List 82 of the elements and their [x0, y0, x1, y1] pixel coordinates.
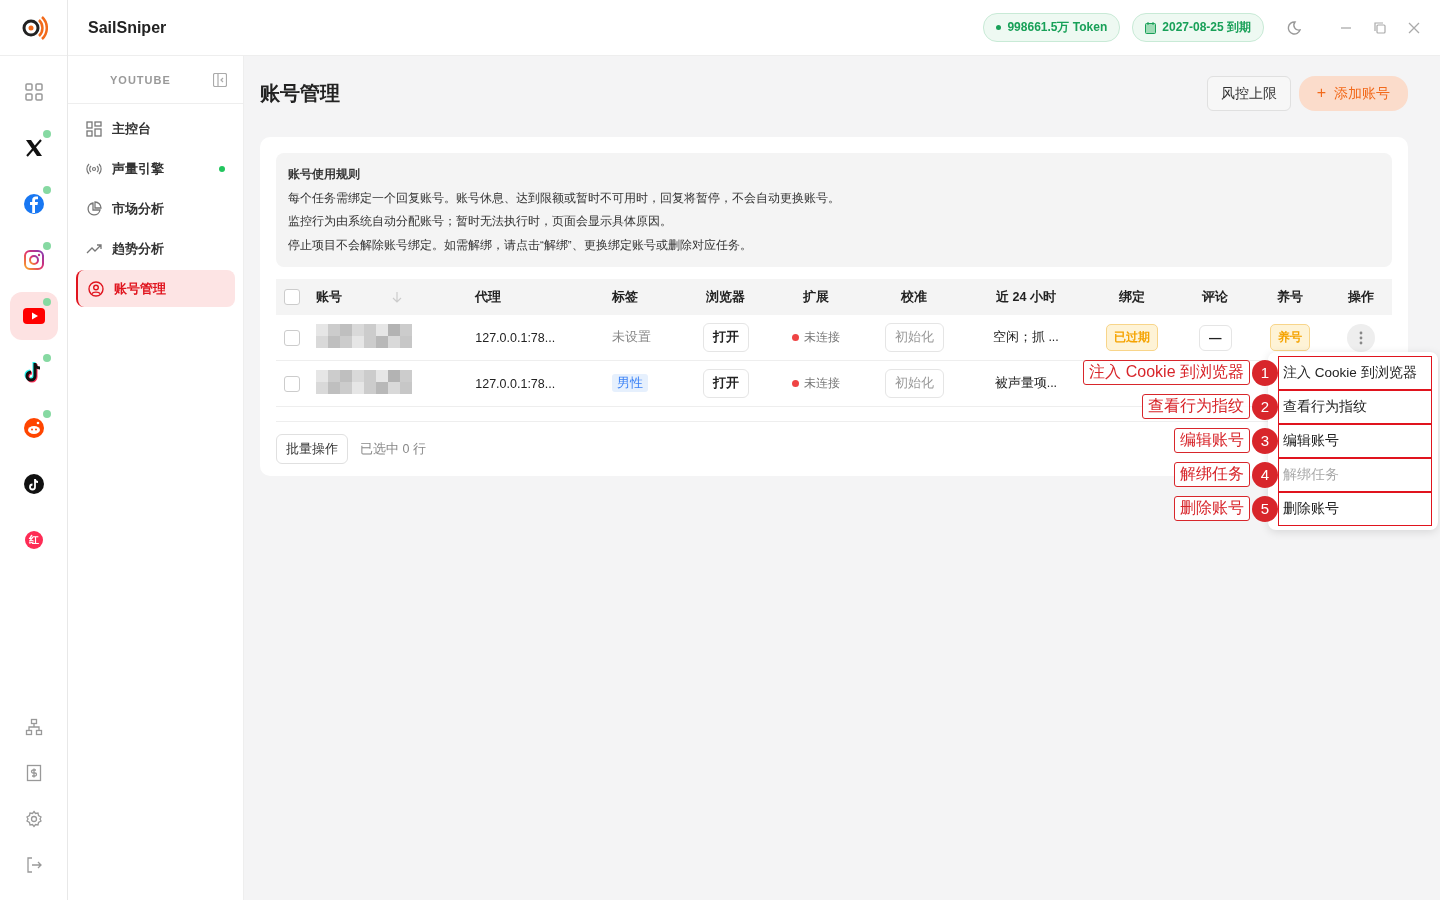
open-browser-button[interactable]: 打开 — [702, 323, 749, 352]
column-header: 代理 — [467, 279, 604, 315]
annotation-label: 解绑任务 — [1174, 462, 1250, 487]
column-header: 扩展 — [770, 279, 861, 315]
column-header: 近 24 小时 — [967, 279, 1085, 315]
instagram-icon — [22, 249, 45, 271]
grid-icon — [23, 82, 44, 102]
dashboard-icon — [86, 120, 102, 137]
selection-count: 已选中 0 行 — [360, 440, 426, 458]
rules-text: 停止项目不会解除账号绑定。如需解绑，请点击“解绑”、更换绑定账号或删除对应任务。 — [288, 237, 753, 253]
column-header: 养号 — [1249, 279, 1330, 315]
expired-badge: 已过期 — [1106, 324, 1159, 351]
xiaohongshu-icon: 红 — [24, 531, 43, 549]
nav-item[interactable]: 账号管理 — [76, 270, 235, 307]
menu-item[interactable]: 注入 Cookie 到浏览器 — [1278, 356, 1432, 390]
close-icon[interactable] — [1408, 21, 1420, 34]
menu-item[interactable]: 编辑账号 — [1278, 424, 1432, 458]
extension-status: 未连接 — [791, 329, 840, 346]
annotation-label: 编辑账号 — [1174, 428, 1250, 453]
column-header: 浏览器 — [681, 279, 770, 315]
annotation-number: 5 — [1252, 495, 1278, 522]
online-dot — [42, 130, 51, 138]
nurture-badge: 养号 — [1269, 324, 1310, 351]
moon-icon[interactable] — [1286, 19, 1302, 36]
annotation-label: 删除账号 — [1174, 496, 1250, 521]
rules-text: 每个任务需绑定一个回复账号。账号休息、达到限额或暂时不可用时，回复将暂停，不会自动更换账号。 — [288, 190, 841, 206]
row-checkbox[interactable] — [284, 375, 300, 392]
table-cell: 127.0.0.1:78... — [467, 360, 604, 407]
tag-badge: 男性 — [611, 374, 648, 392]
billing-icon[interactable] — [24, 764, 43, 782]
menu-item[interactable]: 删除账号 — [1278, 492, 1432, 526]
pie-chart-icon — [86, 200, 102, 217]
nav-item[interactable]: 主控台 — [76, 110, 235, 147]
extension-status: 未连接 — [791, 375, 840, 392]
batch-button[interactable]: 批量操作 — [276, 434, 348, 464]
column-header: 绑定 — [1084, 279, 1181, 315]
token-badge: 998661.5万 Token — [983, 13, 1121, 42]
page-title: 账号管理 — [260, 81, 340, 106]
kebab-icon — [1358, 330, 1363, 345]
online-dot — [42, 242, 51, 250]
x-logo-icon — [23, 138, 44, 158]
user-icon — [88, 280, 104, 297]
platform-title: YOUTUBE — [110, 73, 171, 86]
reddit-icon — [22, 417, 45, 439]
table-cell: 未设置 — [611, 330, 651, 344]
comment-button[interactable]: — — [1199, 324, 1232, 351]
column-header: 操作 — [1329, 279, 1392, 315]
settings-icon[interactable] — [24, 810, 43, 828]
expiry-badge: 2027-08-25 到期 — [1132, 13, 1264, 42]
nav-item[interactable]: 趋势分析 — [76, 230, 235, 267]
online-dot — [42, 410, 51, 418]
app-name: SailSniper — [88, 18, 167, 37]
annotation-label: 查看行为指纹 — [1142, 394, 1250, 419]
column-header: 标签 — [603, 279, 682, 315]
table-cell: 127.0.0.1:78... — [467, 315, 604, 361]
network-icon[interactable] — [24, 718, 43, 736]
annotation-label: 注入 Cookie 到浏览器 — [1083, 360, 1250, 385]
column-header: 账号 — [308, 279, 468, 315]
column-header: 评论 — [1180, 279, 1250, 315]
menu-item[interactable]: 查看行为指纹 — [1278, 390, 1432, 424]
nav-item[interactable]: 市场分析 — [76, 190, 235, 227]
open-browser-button[interactable]: 打开 — [702, 369, 749, 398]
nav-item[interactable]: 声量引擎 — [76, 150, 235, 187]
more-button[interactable] — [1346, 323, 1375, 352]
online-dot — [42, 298, 51, 306]
rules-title: 账号使用规则 — [288, 167, 361, 182]
column-header: 校准 — [861, 279, 968, 315]
risk-limit-button[interactable]: 风控上限 — [1206, 76, 1291, 111]
platform-tab[interactable]: 红 — [9, 516, 58, 564]
row-checkbox[interactable] — [284, 329, 300, 346]
logout-icon[interactable] — [24, 856, 43, 874]
sort-arrow-icon[interactable] — [392, 291, 402, 304]
online-dot — [42, 186, 51, 194]
youtube-icon — [22, 308, 45, 324]
restore-icon[interactable] — [1374, 21, 1386, 34]
collapse-icon[interactable] — [213, 72, 227, 87]
rules-text: 监控行为由系统自动分配账号；暂时无法执行时，页面会显示具体原因。 — [288, 214, 673, 229]
tiktok-icon — [23, 474, 44, 494]
select-all-checkbox[interactable] — [284, 289, 300, 305]
online-dot — [42, 354, 51, 362]
table-cell: 空闲；抓 ... — [967, 315, 1085, 361]
facebook-icon — [22, 193, 45, 215]
